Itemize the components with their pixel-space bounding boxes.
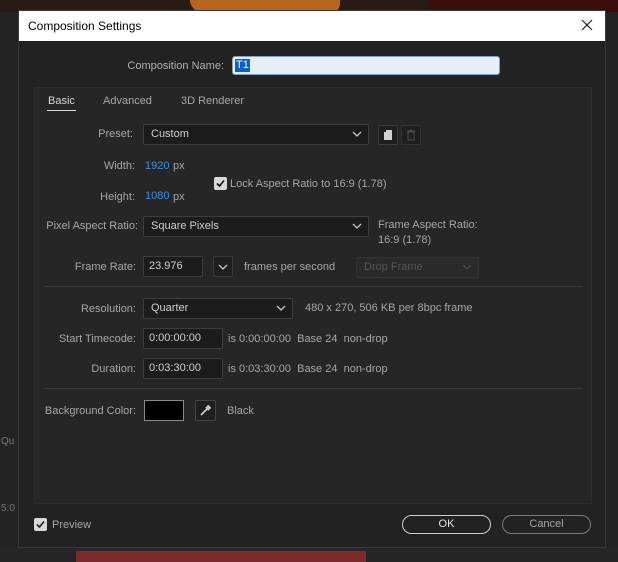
ok-button[interactable]: OK: [402, 515, 491, 534]
cancel-button[interactable]: Cancel: [502, 515, 591, 534]
save-preset-button[interactable]: [378, 125, 398, 145]
background-color-name: Black: [227, 405, 254, 417]
duration-label: Duration:: [91, 363, 136, 375]
duration-info: is 0:03:30:00 Base 24 non-drop: [228, 363, 388, 375]
chevron-down-icon: [462, 264, 472, 270]
height-label: Height:: [100, 191, 135, 203]
resolution-label: Resolution:: [80, 303, 136, 315]
background-app-left-panel: [0, 12, 18, 562]
close-icon: [581, 19, 593, 31]
pixel-aspect-value: Square Pixels: [151, 220, 219, 232]
duration-input[interactable]: 0:03:30:00: [143, 358, 223, 379]
dialog-titlebar: Composition Settings: [19, 11, 605, 41]
tab-advanced[interactable]: Advanced: [103, 95, 152, 107]
chevron-down-icon: [218, 264, 228, 270]
settings-panel: Basic Advanced 3D Renderer Preset: Custo…: [34, 87, 592, 504]
height-value[interactable]: 1080: [145, 190, 169, 202]
frame-aspect-value: 16:9 (1.78): [378, 234, 432, 246]
background-app-text: Qu: [1, 436, 15, 447]
resolution-dropdown[interactable]: Quarter: [143, 298, 293, 319]
dialog-title: Composition Settings: [28, 19, 142, 33]
preview-checkbox[interactable]: [34, 518, 47, 531]
drop-frame-value: Drop Frame: [364, 261, 423, 273]
trash-icon: [407, 129, 415, 141]
frame-aspect-label: Frame Aspect Ratio:: [378, 219, 478, 231]
resolution-info: 480 x 270, 506 KB per 8bpc frame: [305, 302, 473, 314]
preset-dropdown[interactable]: Custom: [143, 124, 369, 145]
width-label: Width:: [103, 160, 135, 172]
preset-label: Preset:: [98, 128, 133, 140]
composition-name-label: Composition Name:: [127, 60, 224, 72]
tab-basic[interactable]: Basic: [48, 95, 75, 107]
composition-name-input[interactable]: T1: [232, 56, 500, 75]
start-timecode-label: Start Timecode:: [58, 333, 136, 345]
chevron-down-icon: [352, 223, 362, 229]
eyedropper-icon: [200, 404, 212, 416]
delete-preset-button[interactable]: [401, 125, 421, 145]
eyedropper-button[interactable]: [195, 400, 216, 421]
width-value[interactable]: 1920: [145, 160, 169, 172]
pixel-aspect-dropdown[interactable]: Square Pixels: [143, 216, 369, 237]
checkmark-icon: [216, 179, 225, 188]
save-preset-icon: [384, 130, 392, 140]
section-divider: [44, 286, 582, 287]
tab-3d-renderer[interactable]: 3D Renderer: [181, 95, 244, 107]
frame-rate-dropdown-button[interactable]: [213, 256, 233, 277]
background-color-swatch[interactable]: [144, 400, 184, 421]
frame-rate-unit: frames per second: [244, 261, 336, 273]
background-color-label: Background Color:: [44, 405, 136, 417]
lock-aspect-checkbox[interactable]: [214, 177, 227, 190]
height-unit: px: [173, 191, 185, 203]
section-divider: [44, 388, 582, 389]
close-button[interactable]: [577, 15, 597, 35]
frame-rate-input[interactable]: 23.976: [143, 256, 203, 277]
lock-aspect-label: Lock Aspect Ratio to 16:9 (1.78): [230, 178, 387, 190]
background-app-timeline-bar: [76, 551, 366, 562]
frame-rate-label: Frame Rate:: [74, 261, 136, 273]
drop-frame-dropdown: Drop Frame: [356, 257, 479, 278]
preset-value: Custom: [151, 128, 189, 140]
start-timecode-info: is 0:00:00:00 Base 24 non-drop: [228, 333, 388, 345]
chevron-down-icon: [352, 131, 362, 137]
background-app-text: 5:0: [1, 503, 15, 514]
checkmark-icon: [36, 520, 45, 529]
preview-label: Preview: [52, 519, 92, 531]
composition-settings-dialog: Composition Settings Composition Name: T…: [18, 10, 606, 548]
composition-name-value: T1: [235, 59, 250, 72]
width-unit: px: [173, 160, 185, 172]
chevron-down-icon: [276, 305, 286, 311]
active-tab-indicator: [47, 110, 76, 111]
start-timecode-input[interactable]: 0:00:00:00: [143, 328, 223, 349]
pixel-aspect-label: Pixel Aspect Ratio:: [46, 220, 138, 232]
resolution-value: Quarter: [151, 302, 189, 314]
background-app-right-panel: [606, 12, 618, 562]
